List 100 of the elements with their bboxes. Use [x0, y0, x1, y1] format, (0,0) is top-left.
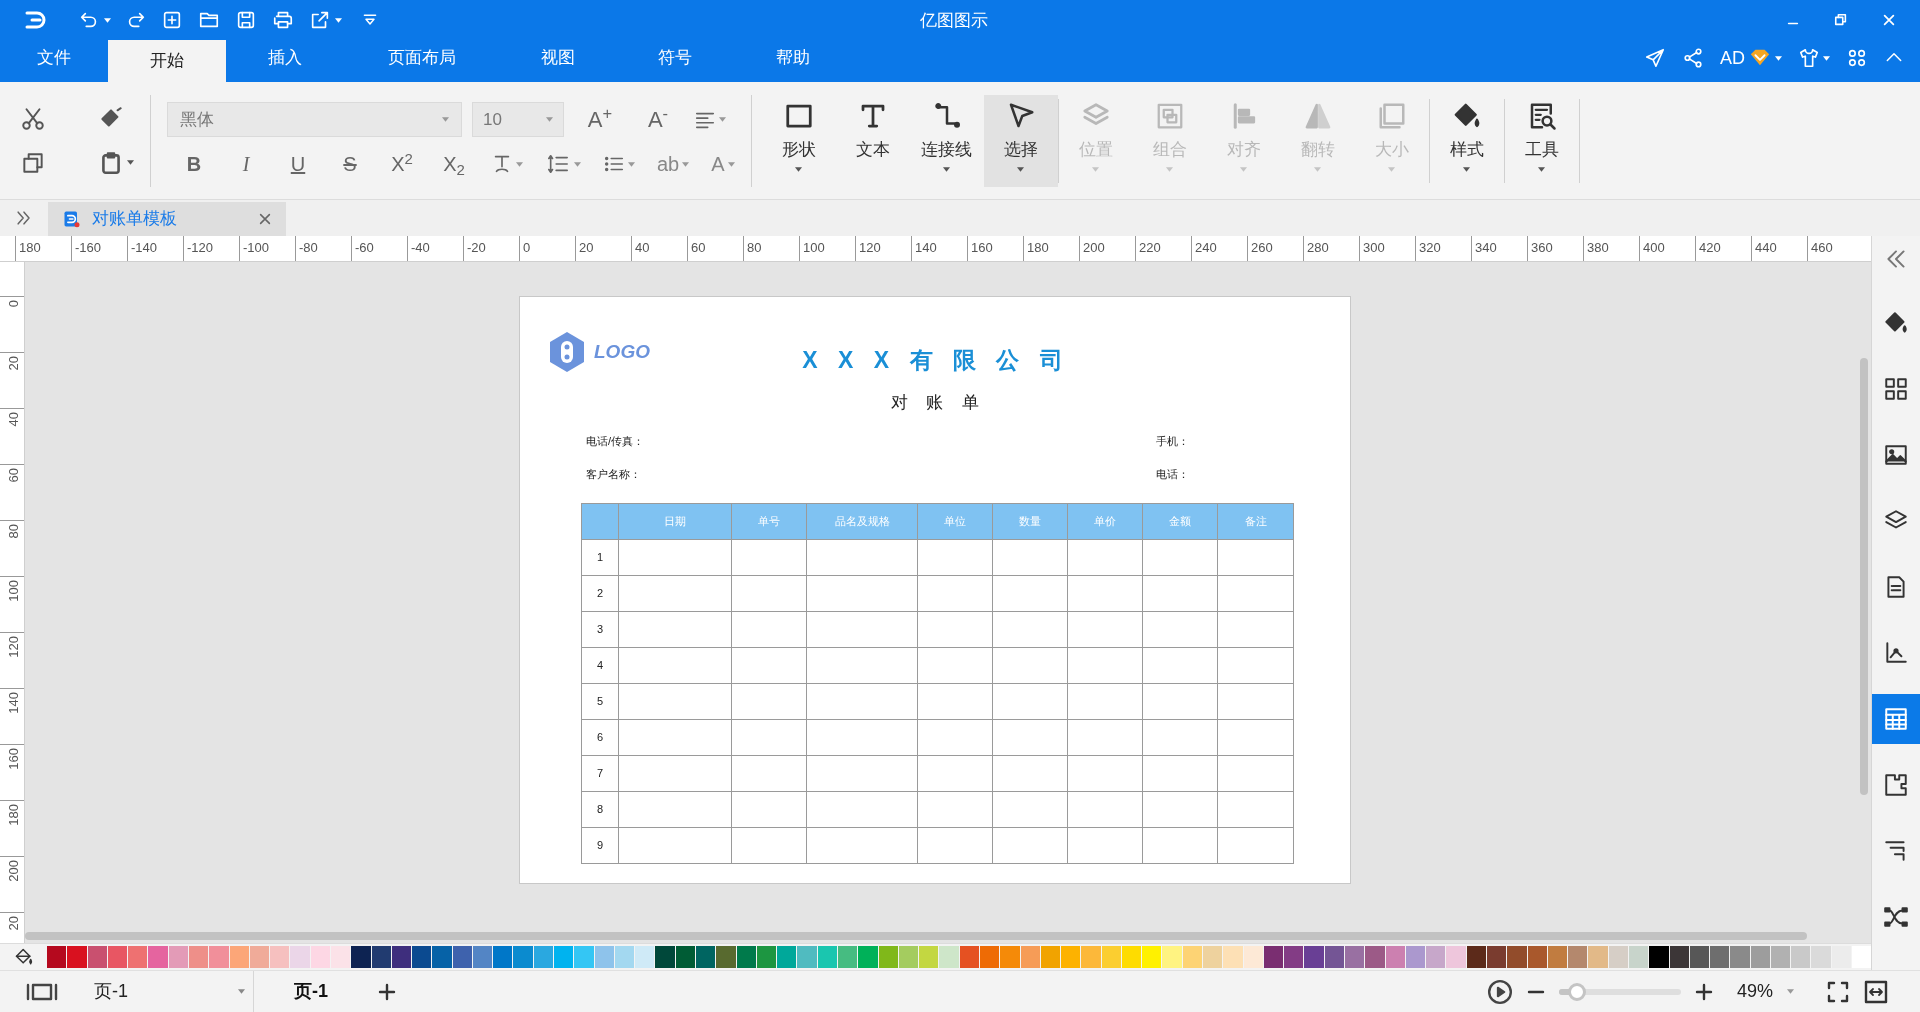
zoom-dropdown[interactable]: 49% — [1736, 978, 1794, 1005]
color-swatch[interactable] — [554, 946, 574, 968]
page-selector[interactable]: 页-1 — [84, 970, 254, 1012]
ribbon-button[interactable]: 文本 — [835, 94, 910, 187]
color-swatch[interactable] — [1081, 946, 1101, 968]
color-swatch[interactable] — [1405, 946, 1426, 968]
ribbon-button[interactable]: 选择 — [983, 94, 1058, 187]
color-swatch[interactable] — [1182, 946, 1203, 968]
line-spacing-icon[interactable] — [545, 153, 571, 175]
shrink-font-button[interactable]: A$^{-}$ — [636, 103, 680, 136]
ribbon-button[interactable]: 工具 — [1504, 94, 1579, 187]
color-swatch[interactable] — [290, 946, 310, 968]
color-swatch[interactable] — [1365, 946, 1385, 968]
print-icon[interactable] — [271, 9, 295, 31]
color-swatch[interactable] — [1324, 946, 1344, 968]
color-swatch[interactable] — [1527, 946, 1547, 968]
font-family-dropdown[interactable]: 黑体 — [167, 102, 462, 137]
caret-icon[interactable] — [1017, 166, 1025, 172]
color-swatch[interactable] — [1223, 946, 1243, 968]
color-swatch[interactable] — [736, 946, 756, 968]
color-swatch[interactable] — [797, 946, 817, 968]
cut-icon[interactable] — [20, 105, 46, 132]
color-swatch[interactable] — [229, 946, 249, 968]
color-swatch[interactable] — [533, 946, 554, 968]
color-swatch[interactable] — [979, 946, 1000, 968]
color-swatch[interactable] — [1284, 946, 1304, 968]
color-swatch[interactable] — [47, 946, 67, 968]
color-swatch[interactable] — [898, 946, 919, 968]
color-swatch[interactable] — [432, 946, 452, 968]
ribbon-button[interactable]: 连接线 — [909, 94, 984, 187]
color-swatch[interactable] — [574, 946, 594, 968]
grow-font-button[interactable]: A$^{+}$ — [578, 103, 622, 136]
color-swatch[interactable] — [1669, 946, 1689, 968]
slider-thumb[interactable] — [1568, 982, 1587, 1001]
color-swatch[interactable] — [1040, 946, 1061, 968]
color-swatch[interactable] — [391, 946, 412, 968]
color-swatch[interactable] — [1649, 946, 1669, 968]
color-swatch[interactable] — [188, 946, 209, 968]
shirt-icon[interactable] — [1798, 47, 1820, 69]
caret-icon[interactable] — [1538, 166, 1546, 172]
color-swatch[interactable] — [209, 946, 229, 968]
color-swatch[interactable] — [513, 946, 533, 968]
color-swatch[interactable] — [1608, 946, 1628, 968]
caret-icon[interactable] — [104, 17, 111, 23]
color-swatch[interactable] — [249, 946, 270, 968]
fullscreen-icon[interactable] — [1826, 979, 1850, 1004]
color-swatch[interactable] — [817, 946, 837, 968]
color-swatch[interactable] — [919, 946, 939, 968]
color-swatch[interactable] — [1852, 946, 1872, 968]
color-swatch[interactable] — [270, 946, 290, 968]
caret-icon[interactable] — [795, 166, 803, 172]
color-swatch[interactable] — [412, 946, 432, 968]
color-swatch[interactable] — [594, 946, 614, 968]
color-swatch[interactable] — [1547, 946, 1568, 968]
color-swatch[interactable] — [371, 946, 391, 968]
color-swatch[interactable] — [614, 946, 635, 968]
share-icon[interactable] — [1682, 47, 1704, 69]
strike-button[interactable]: S — [335, 149, 365, 179]
color-swatch[interactable] — [878, 946, 898, 968]
color-swatch[interactable] — [1710, 946, 1730, 968]
color-swatch[interactable] — [1243, 946, 1263, 968]
color-swatch[interactable] — [128, 946, 148, 968]
italic-button[interactable]: I — [231, 149, 261, 179]
zoom-in-icon[interactable] — [1694, 982, 1713, 1001]
color-swatch[interactable] — [1446, 946, 1466, 968]
horizontal-scrollbar[interactable] — [25, 932, 1807, 940]
export-icon[interactable] — [309, 9, 331, 31]
color-swatch[interactable] — [1142, 946, 1162, 968]
color-swatch[interactable] — [1000, 946, 1020, 968]
color-swatch[interactable] — [493, 946, 513, 968]
fit-width-icon[interactable] — [1864, 979, 1888, 1004]
font-color-button[interactable]: A — [711, 149, 725, 179]
menu-tab[interactable]: 文件 — [0, 40, 108, 82]
color-swatch[interactable] — [351, 946, 371, 968]
color-swatch[interactable] — [696, 946, 716, 968]
font-size-dropdown[interactable]: 10 — [472, 102, 564, 137]
color-swatch[interactable] — [959, 946, 979, 968]
color-swatch[interactable] — [310, 946, 330, 968]
color-swatch[interactable] — [1507, 946, 1527, 968]
color-swatch[interactable] — [452, 946, 472, 968]
account-name[interactable]: AD — [1720, 44, 1745, 72]
color-swatch[interactable] — [1791, 946, 1811, 968]
save-icon[interactable] — [235, 9, 257, 31]
color-swatch[interactable] — [1730, 946, 1750, 968]
close-icon[interactable] — [258, 212, 272, 226]
color-swatch[interactable] — [1385, 946, 1405, 968]
menu-tab[interactable]: 符号 — [616, 40, 734, 82]
underline-button[interactable]: U — [283, 149, 313, 179]
color-swatch[interactable] — [1203, 946, 1223, 968]
color-swatch[interactable] — [1689, 946, 1710, 968]
color-swatch[interactable] — [1020, 946, 1040, 968]
ribbon-button[interactable]: 形状 — [761, 94, 836, 187]
color-swatch[interactable] — [67, 946, 87, 968]
menu-tab[interactable]: 视图 — [500, 40, 616, 82]
text-highlight-button[interactable]: ab — [657, 149, 680, 179]
color-swatch[interactable] — [1770, 946, 1791, 968]
color-swatch[interactable] — [87, 946, 107, 968]
new-file-icon[interactable] — [161, 9, 183, 31]
color-swatch[interactable] — [1345, 946, 1365, 968]
caret-icon[interactable] — [127, 160, 134, 165]
